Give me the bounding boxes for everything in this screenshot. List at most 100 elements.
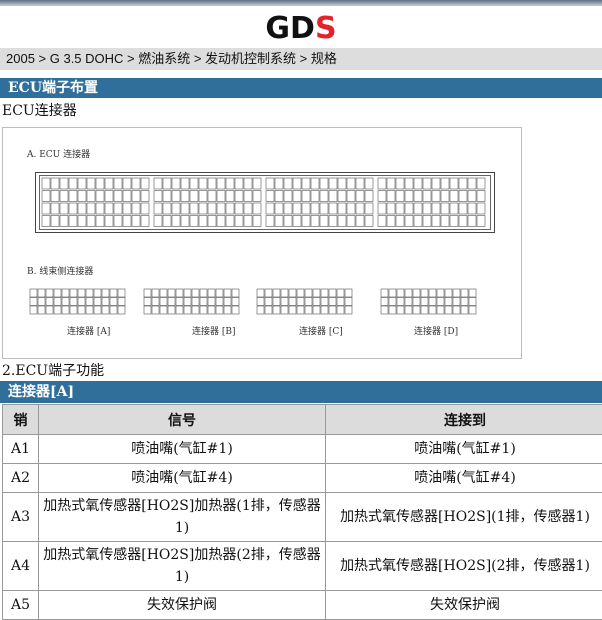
- ecu-pin-cell: [235, 216, 243, 227]
- harness-pin-cell: [94, 306, 101, 314]
- ecu-pin-cell: [253, 216, 261, 227]
- ecu-pin-cell: [414, 178, 422, 189]
- figure-caption-ecu: A. ECU 连接器: [27, 147, 90, 160]
- ecu-pin-cell: [477, 191, 485, 202]
- ecu-pin-cell: [356, 203, 364, 214]
- harness-pin-cell: [305, 306, 312, 314]
- harness-pin-cell: [184, 289, 191, 297]
- ecu-pin-cell: [423, 216, 431, 227]
- ecu-pin-cell: [311, 178, 319, 189]
- harness-pin-cell: [413, 298, 420, 306]
- harness-pin-cell: [30, 289, 37, 297]
- ecu-pin-cell: [181, 203, 189, 214]
- ecu-pin-cell: [387, 191, 395, 202]
- pin-cell: A3: [3, 493, 39, 542]
- harness-pin-cell: [176, 298, 183, 306]
- ecu-pin-cell: [468, 216, 476, 227]
- ecu-pin-cell: [329, 178, 337, 189]
- ecu-pin-cell: [432, 191, 440, 202]
- ecu-pin-cell: [275, 216, 283, 227]
- harness-pin-cell: [265, 289, 272, 297]
- ecu-pin-cell: [87, 216, 95, 227]
- harness-pin-cell: [389, 298, 396, 306]
- harness-pin-cell: [78, 306, 85, 314]
- harness-pin-cell: [273, 298, 280, 306]
- gds-logo-mark: GDS: [261, 11, 341, 43]
- connector-label-b: 连接器 [B]: [192, 324, 236, 337]
- ecu-pin-cell: [329, 216, 337, 227]
- connect-cell: 喷油嘴(气缸#1): [326, 435, 602, 464]
- ecu-pin-cell: [172, 203, 180, 214]
- ecu-pin-cell: [132, 203, 140, 214]
- ecu-pin-cell: [405, 178, 413, 189]
- ecu-pin-cell: [365, 178, 373, 189]
- ecu-pin-cell: [154, 216, 162, 227]
- ecu-pin-cell: [405, 203, 413, 214]
- ecu-pin-cell: [320, 191, 328, 202]
- ecu-pin-cell: [51, 203, 59, 214]
- ecu-pin-cell: [217, 191, 225, 202]
- ecu-pin-cell: [432, 216, 440, 227]
- harness-pin-cell: [152, 298, 159, 306]
- harness-pin-cell: [46, 289, 53, 297]
- harness-pin-cell: [257, 298, 264, 306]
- ecu-pin-cell: [378, 191, 386, 202]
- breadcrumb[interactable]: 2005 > G 3.5 DOHC > 燃油系统 > 发动机控制系统 > 规格: [0, 48, 602, 70]
- harness-pin-cell: [337, 306, 344, 314]
- ecu-pin-cell: [132, 178, 140, 189]
- harness-pin-cell: [54, 298, 61, 306]
- harness-pin-cell: [168, 298, 175, 306]
- harness-pin-cell: [405, 298, 412, 306]
- ecu-pin-cell: [141, 178, 149, 189]
- ecu-pin-cell: [378, 203, 386, 214]
- ecu-pin-cell: [459, 178, 467, 189]
- ecu-pin-cell: [96, 216, 104, 227]
- harness-pin-cell: [461, 298, 468, 306]
- harness-pin-cell: [232, 306, 239, 314]
- harness-pin-cell: [54, 306, 61, 314]
- banner-shade: [0, 0, 602, 6]
- harness-pin-cell: [445, 306, 452, 314]
- ecu-pin-cell: [387, 178, 395, 189]
- table-row: A5 失效保护阀 失效保护阀: [3, 591, 602, 620]
- connect-cell: 喷油嘴(气缸#4): [326, 464, 602, 493]
- signal-cell: 失效保护阀: [39, 591, 326, 620]
- connector-label-c: 连接器 [C]: [299, 324, 343, 337]
- signal-cell: 喷油嘴(气缸#1): [39, 435, 326, 464]
- ecu-pin-cell: [105, 178, 113, 189]
- harness-pin-cell: [118, 306, 125, 314]
- ecu-pin-cell: [338, 203, 346, 214]
- harness-pin-cell: [216, 306, 223, 314]
- harness-pin-cell: [200, 289, 207, 297]
- ecu-pin-cell: [190, 203, 198, 214]
- harness-pin-cell: [54, 289, 61, 297]
- harness-pin-cell: [152, 306, 159, 314]
- harness-pin-cell: [381, 298, 388, 306]
- ecu-pin-cell: [217, 203, 225, 214]
- ecu-pin-cell: [423, 191, 431, 202]
- harness-pin-cell: [453, 298, 460, 306]
- ecu-pin-cell: [477, 216, 485, 227]
- harness-pin-cell: [413, 306, 420, 314]
- harness-connector-a: [29, 288, 126, 315]
- ecu-pin-cell: [275, 191, 283, 202]
- harness-pin-cell: [86, 298, 93, 306]
- ecu-pin-cell: [123, 203, 131, 214]
- ecu-pin-cell: [441, 178, 449, 189]
- ecu-pin-cell: [42, 191, 50, 202]
- harness-pin-cell: [413, 289, 420, 297]
- ecu-pin-cell: [123, 191, 131, 202]
- ecu-pin-cell: [199, 203, 207, 214]
- ecu-pin-cell: [284, 216, 292, 227]
- ecu-pin-cell: [356, 178, 364, 189]
- harness-pin-cell: [144, 289, 151, 297]
- harness-pin-cell: [216, 289, 223, 297]
- harness-pin-cell: [38, 298, 45, 306]
- harness-pin-cell: [110, 306, 117, 314]
- harness-pin-cell: [289, 298, 296, 306]
- harness-pin-cell: [265, 306, 272, 314]
- ecu-pin-cell: [114, 203, 122, 214]
- ecu-pin-cell: [226, 191, 234, 202]
- harness-connector-c: [256, 288, 353, 315]
- ecu-pin-cell: [347, 216, 355, 227]
